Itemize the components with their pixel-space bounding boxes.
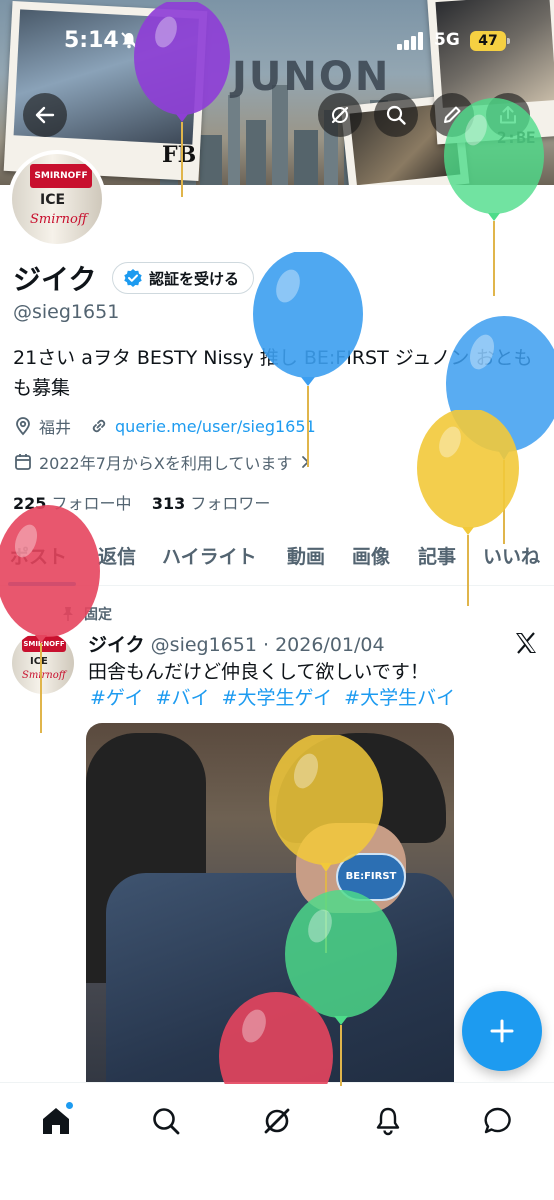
following-label: フォロー中 [51,494,132,513]
tab-replies[interactable]: 返信 [98,542,136,569]
post-avatar-can-brand: SMIRNOFF [22,636,66,652]
tab-likes[interactable]: いいね [483,542,540,569]
grok-icon [331,106,349,124]
post-hashtags: #ゲイ #バイ #大学生ゲイ #大学生バイ [90,684,461,712]
hashtag-link[interactable]: #バイ [156,687,210,709]
arrow-left-icon [35,106,55,124]
share-icon [500,106,516,124]
notification-dot [65,1101,74,1110]
banner-logo-left: FB [162,142,197,168]
notifications-icon [376,1107,400,1136]
location-pin-icon [16,417,30,436]
post-text: 田舎もんだけど仲良くして欲しいです！ [88,661,429,683]
nav-grok[interactable] [257,1101,297,1141]
post-author-name[interactable]: ジイク [88,634,145,656]
profile-location: 福井 [39,418,72,437]
followers-label: フォロワー [190,494,271,513]
post-avatar-can-script: Smirnoff [22,670,66,681]
bottom-navigation [0,1082,554,1200]
tab-articles[interactable]: 記事 [418,542,456,569]
active-tab-indicator [8,582,76,586]
hashtag-link[interactable]: #ゲイ [90,687,144,709]
grok-button[interactable] [318,93,362,137]
share-button[interactable] [486,93,530,137]
status-bar: 5:14 5G 47 [0,0,554,84]
profile-bio: 21さい aヲタ BESTY Nissy 推し BE:FIRST ジュノン おと… [13,347,533,399]
edit-profile-button[interactable] [430,93,474,137]
pin-icon [63,607,73,621]
pinned-label: 固定 [84,607,112,623]
profile-name: ジイク [13,263,97,296]
get-verified-label: 認証を受ける [149,269,240,288]
avatar-can-script: Smirnoff [30,212,88,227]
hashtag-link[interactable]: #大学生ゲイ [222,687,333,709]
tab-videos[interactable]: 動画 [287,542,325,569]
post-header: ジイク @sieg1651 · 2026/01/04 [88,630,385,657]
compose-post-button[interactable] [462,991,542,1071]
search-icon [153,1108,180,1135]
profile-handle: @sieg1651 [13,301,120,323]
profile-joined: 2022年7月からXを利用しています [39,454,293,473]
network-type: 5G [434,30,460,50]
hashtag-link[interactable]: #大学生バイ [344,687,455,709]
follow-stats: 225 フォロー中 313 フォロワー [13,490,270,514]
tab-images[interactable]: 画像 [352,542,390,569]
status-time: 5:14 [64,28,119,53]
pencil-icon [444,106,461,123]
followers-count: 313 [151,494,186,513]
pinned-indicator: 固定 [60,604,112,624]
tab-posts[interactable]: ポスト [10,542,67,569]
profile-avatar[interactable]: SMIRNOFF ICE Smirnoff [8,150,106,248]
nav-messages[interactable] [478,1101,518,1141]
avatar-image: SMIRNOFF ICE Smirnoff [12,154,102,244]
profile-joined-row[interactable]: 2022年7月からXを利用しています [13,450,312,474]
x-logo-icon[interactable] [513,630,539,656]
calendar-icon [15,454,31,470]
following-link[interactable]: 225 フォロー中 [13,494,132,513]
search-icon [386,105,406,125]
chevron-right-icon [302,456,310,468]
profile-tabs: ポスト 返信 ハイライト 動画 画像 記事 いいね [0,530,554,586]
avatar-can-brand: SMIRNOFF [30,164,92,188]
avatar-can-flavor: ICE [40,192,66,208]
post-avatar-can-flavor: ICE [30,656,48,667]
nav-search[interactable] [146,1101,186,1141]
following-count: 225 [13,494,47,513]
post-media-image[interactable]: BE:FIRST [86,723,454,1103]
nav-notifications[interactable] [368,1101,408,1141]
profile-meta: 福井 querie.me/user/sieg1651 [13,414,316,438]
post-meta: @sieg1651 · 2026/01/04 [150,634,385,656]
plus-icon [490,1019,514,1043]
back-button[interactable] [23,93,67,137]
followers-link[interactable]: 313 フォロワー [152,494,271,513]
post-author-avatar[interactable]: SMIRNOFF ICE Smirnoff [12,632,74,694]
messages-icon [484,1107,511,1134]
verified-badge-icon [124,269,142,287]
mute-icon [121,32,137,49]
search-button[interactable] [374,93,418,137]
tab-highlights[interactable]: ハイライト [162,542,257,569]
signal-icon [397,32,423,50]
get-verified-button[interactable]: 認証を受ける [112,262,255,294]
post-image-badge: BE:FIRST [336,853,406,901]
nav-home[interactable] [36,1101,76,1141]
grok-icon [264,1108,290,1134]
link-icon [92,419,106,433]
battery-indicator: 47 [470,31,510,51]
profile-link[interactable]: querie.me/user/sieg1651 [115,417,316,436]
